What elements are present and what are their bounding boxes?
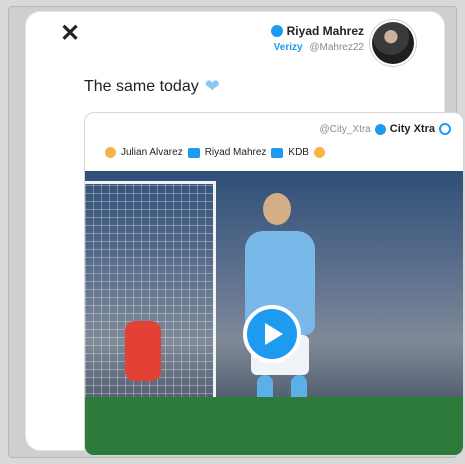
- heart-eyes-icon: [105, 147, 116, 158]
- author-handle: @Mahrez22: [309, 42, 364, 53]
- player-head: [263, 193, 291, 225]
- author-name-row: Riyad Mahrez: [270, 24, 364, 38]
- author-name: Riyad Mahrez: [286, 24, 364, 38]
- flag-icon: [271, 147, 284, 158]
- author-handle-tag: Verizy: [273, 42, 303, 53]
- post-card: ✕ Riyad Mahrez Verizy @Mahrez22 The same…: [26, 12, 464, 456]
- verified-badge-icon: [374, 123, 386, 135]
- embedded-post[interactable]: @City_Xtra City Xtra Julian Alvarez Riya…: [84, 112, 464, 456]
- embedded-text-line: Julian Alvarez Riyad Mahrez KDB: [105, 147, 451, 158]
- embedded-player-1: Julian Alvarez: [121, 147, 183, 158]
- flag-icon: [187, 147, 200, 158]
- play-button[interactable]: [243, 305, 301, 363]
- embedded-handle: @City_Xtra: [319, 123, 371, 135]
- author-handle-row: Verizy @Mahrez22: [271, 42, 364, 53]
- circle-badge-icon: [439, 123, 451, 135]
- play-icon: [265, 323, 283, 345]
- post-text: The same today ❤: [84, 76, 220, 97]
- post-text-content: The same today: [84, 77, 199, 95]
- heart-eyes-icon: [313, 147, 325, 158]
- pitch: [85, 397, 463, 455]
- heart-icon: ❤: [204, 76, 220, 96]
- embedded-name: City Xtra: [389, 123, 435, 135]
- embedded-player-3: KDB: [288, 147, 309, 158]
- x-logo-icon: ✕: [60, 20, 81, 47]
- author-avatar[interactable]: [372, 22, 414, 64]
- goalkeeper: [125, 321, 161, 381]
- embedded-player-2: Riyad Mahrez: [204, 147, 267, 158]
- post-author[interactable]: Riyad Mahrez Verizy @Mahrez22: [270, 24, 364, 53]
- video-thumbnail[interactable]: [85, 171, 463, 455]
- embedded-post-header: @City_Xtra City Xtra: [319, 123, 451, 135]
- verified-badge-icon: [270, 25, 283, 37]
